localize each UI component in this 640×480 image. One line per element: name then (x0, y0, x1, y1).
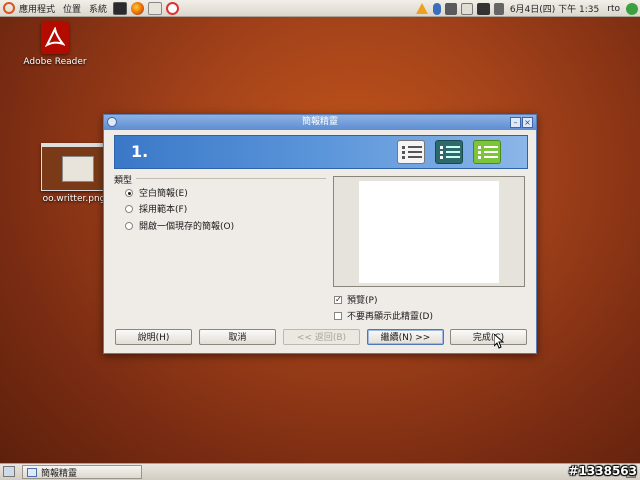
mouse-cursor-icon (494, 334, 504, 349)
ubuntu-logo-icon[interactable] (3, 2, 15, 14)
option-from-template[interactable]: 採用範本(F) (125, 202, 187, 215)
close-icon[interactable]: × (522, 117, 533, 128)
menu-system[interactable]: 系統 (85, 0, 111, 17)
desktop-icon-adobe-reader[interactable]: Adobe Reader (20, 22, 90, 67)
clock[interactable]: 6月4日(四) 下午 1:35 (506, 0, 603, 17)
option-empty-presentation[interactable]: 空白簡報(E) (125, 186, 188, 199)
help-launcher-icon[interactable] (166, 1, 180, 15)
update-warning-icon[interactable] (415, 3, 428, 14)
bluetooth-icon[interactable] (432, 2, 441, 15)
desktop-icon-oo-writter[interactable]: oo.writter.png (36, 143, 112, 204)
option-label: 採用範本(F) (139, 205, 188, 215)
type-group: 類型 空白簡報(E) 採用範本(F) 開啟一個現存的簡報(O) (114, 173, 328, 323)
radio-button[interactable] (125, 204, 133, 213)
bottom-panel: 簡報精靈 (0, 463, 640, 480)
slide-green-icon (473, 140, 501, 164)
watermark: #1338563 (568, 464, 637, 478)
option-label: 空白簡報(E) (139, 189, 188, 199)
dialog-titlebar[interactable]: 簡報精靈 – × (104, 115, 536, 130)
preview-area (333, 176, 525, 287)
slide-outline-icon (435, 140, 463, 164)
slide-list-icon (397, 140, 425, 164)
keyboard-layout-icon[interactable] (476, 2, 490, 15)
next-button[interactable]: 繼續(N) >> (367, 329, 444, 345)
radio-button[interactable] (125, 221, 133, 230)
adobe-reader-icon (41, 22, 69, 54)
preview-checkbox-row[interactable]: ✓ 預覽(P) (334, 293, 377, 306)
mail-icon[interactable] (460, 2, 473, 15)
firefox-launcher-icon[interactable] (131, 1, 145, 15)
menu-applications[interactable]: 應用程式 (15, 0, 59, 17)
presentation-wizard-dialog: 簡報精靈 – × 1. 類型 空白簡報(E) 採用範本(F) 開啟一個現存的簡報… (103, 114, 537, 354)
user-menu[interactable]: rto (603, 0, 624, 17)
image-thumbnail-icon (41, 143, 107, 191)
no-show-checkbox-label: 不要再顯示此精靈(D) (347, 312, 433, 322)
dialog-title: 簡報精靈 (301, 117, 338, 127)
volume-icon[interactable] (493, 2, 504, 15)
menu-places[interactable]: 位置 (59, 0, 85, 17)
network-launcher-icon[interactable] (148, 1, 163, 15)
desktop-icon-label: oo.writter.png (42, 194, 106, 204)
no-show-checkbox[interactable] (334, 311, 342, 320)
show-desktop-icon[interactable] (3, 466, 15, 477)
finish-button[interactable]: 完成(C) (450, 329, 527, 345)
preview-checkbox-label: 預覽(P) (347, 296, 378, 306)
no-show-checkbox-row[interactable]: 不要再顯示此精靈(D) (334, 309, 433, 322)
step-number: 1. (131, 142, 149, 161)
top-panel: 應用程式 位置 系統 6月4日(四) 下午 1:35 rto (0, 0, 640, 17)
option-open-existing[interactable]: 開啟一個現存的簡報(O) (125, 219, 234, 232)
help-button[interactable]: 說明(H) (115, 329, 192, 345)
radio-button[interactable] (125, 188, 133, 197)
window-icon (27, 467, 37, 477)
minimize-icon[interactable]: – (510, 117, 521, 128)
shutdown-icon[interactable] (626, 2, 638, 15)
preview-checkbox[interactable]: ✓ (334, 295, 342, 304)
cancel-button[interactable]: 取消 (199, 329, 276, 345)
window-menu-icon[interactable] (107, 117, 117, 127)
taskbar-window-label: 簡報精靈 (41, 468, 78, 479)
type-group-label: 類型 (114, 176, 133, 186)
preview-page (359, 181, 499, 283)
back-button[interactable]: << 返回(B) (283, 329, 360, 345)
taskbar-window-button[interactable]: 簡報精靈 (22, 465, 142, 479)
wizard-banner: 1. (114, 135, 528, 169)
desktop-icon-label: Adobe Reader (23, 57, 87, 67)
group-divider (136, 178, 326, 179)
option-label: 開啟一個現存的簡報(O) (139, 222, 235, 232)
network-icon[interactable] (444, 2, 457, 15)
terminal-launcher-icon[interactable] (113, 1, 128, 15)
